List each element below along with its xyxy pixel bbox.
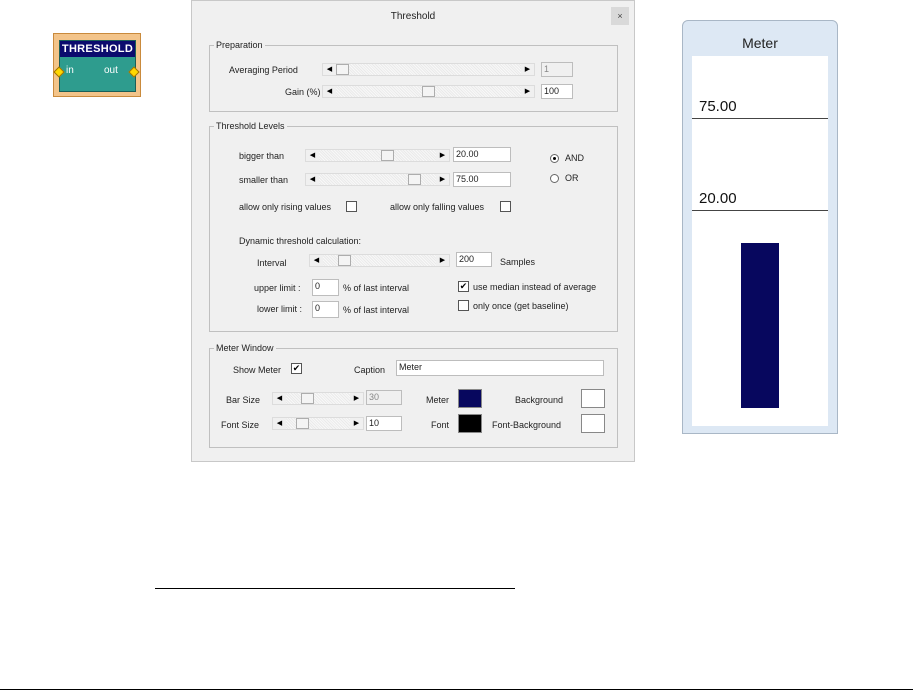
show-meter-label: Show Meter (233, 365, 282, 375)
use-median-label: use median instead of average (473, 282, 597, 292)
slider-thumb[interactable] (301, 393, 314, 404)
bar-size-value: 30 (366, 390, 402, 405)
and-radio[interactable] (550, 154, 559, 163)
smaller-than-value[interactable]: 75.00 (453, 172, 511, 187)
gain-slider[interactable]: ◀ ▶ (322, 85, 535, 98)
averaging-period-slider[interactable]: ◀ ▶ (322, 63, 535, 76)
lower-limit-label: lower limit : (257, 304, 303, 314)
arrow-right-icon[interactable]: ▶ (521, 64, 534, 75)
arrow-right-icon[interactable]: ▶ (350, 418, 363, 429)
input-port-label: in (66, 65, 74, 76)
font-size-value[interactable]: 10 (366, 416, 402, 431)
font-size-label: Font Size (221, 420, 260, 430)
lower-level-label: 20.00 (699, 190, 737, 207)
meter-color-label: Meter (426, 395, 450, 405)
arrow-left-icon[interactable]: ◀ (306, 150, 319, 161)
threshold-levels-legend: Threshold Levels (216, 121, 285, 131)
arrow-left-icon[interactable]: ◀ (273, 393, 286, 404)
averaging-period-value: 1 (541, 62, 573, 77)
arrow-left-icon[interactable]: ◀ (323, 64, 336, 75)
input-port-icon[interactable] (53, 66, 65, 78)
arrow-left-icon[interactable]: ◀ (310, 255, 323, 266)
interval-label: Interval (257, 258, 287, 268)
bigger-than-slider[interactable]: ◀ ▶ (305, 149, 450, 162)
separator-line (155, 588, 515, 589)
threshold-node-title: THRESHOLD (60, 41, 135, 57)
only-once-label: only once (get baseline) (473, 301, 569, 311)
averaging-period-label: Averaging Period (229, 65, 298, 75)
output-port-label: out (104, 65, 118, 76)
bigger-than-value[interactable]: 20.00 (453, 147, 511, 162)
lower-limit-unit: % of last interval (343, 305, 410, 315)
interval-slider[interactable]: ◀ ▶ (309, 254, 450, 267)
meter-bar (741, 243, 779, 408)
threshold-node[interactable]: THRESHOLD in out (53, 33, 141, 97)
samples-label: Samples (500, 257, 536, 267)
only-once-checkbox[interactable] (458, 300, 469, 311)
slider-thumb[interactable] (296, 418, 309, 429)
use-median-checkbox[interactable]: ✔ (458, 281, 469, 292)
meter-window-title: Meter (742, 35, 778, 51)
arrow-right-icon[interactable]: ▶ (436, 255, 449, 266)
slider-thumb[interactable] (422, 86, 435, 97)
dynamic-threshold-label: Dynamic threshold calculation: (239, 236, 362, 246)
upper-level-line (692, 118, 828, 119)
font-size-slider[interactable]: ◀ ▶ (272, 417, 364, 430)
show-meter-checkbox[interactable]: ✔ (291, 363, 302, 374)
meter-window: Meter 75.00 20.00 (682, 20, 838, 434)
preparation-legend: Preparation (216, 40, 263, 50)
output-port-icon[interactable] (128, 66, 140, 78)
arrow-right-icon[interactable]: ▶ (521, 86, 534, 97)
bar-size-label: Bar Size (226, 395, 261, 405)
meter-color-swatch[interactable] (458, 389, 482, 408)
or-radio[interactable] (550, 174, 559, 183)
font-background-color-swatch[interactable] (581, 414, 605, 433)
gain-value[interactable]: 100 (541, 84, 573, 99)
arrow-left-icon[interactable]: ◀ (273, 418, 286, 429)
meter-window-legend: Meter Window (216, 343, 274, 353)
threshold-node-body: THRESHOLD in out (53, 40, 140, 92)
slider-thumb[interactable] (408, 174, 421, 185)
upper-limit-label: upper limit : (254, 283, 301, 293)
caption-input[interactable]: Meter (396, 360, 604, 376)
close-button[interactable]: × (611, 7, 629, 25)
falling-values-checkbox[interactable] (500, 201, 511, 212)
upper-limit-unit: % of last interval (343, 283, 410, 293)
dialog-titlebar[interactable]: Threshold × (192, 1, 634, 31)
rising-values-label: allow only rising values (239, 202, 332, 212)
arrow-right-icon[interactable]: ▶ (436, 174, 449, 185)
threshold-dialog: Threshold × Preparation Averaging Period… (191, 0, 635, 462)
arrow-left-icon[interactable]: ◀ (306, 174, 319, 185)
arrow-right-icon[interactable]: ▶ (350, 393, 363, 404)
font-color-swatch[interactable] (458, 414, 482, 433)
upper-level-label: 75.00 (699, 98, 737, 115)
bar-size-slider[interactable]: ◀ ▶ (272, 392, 364, 405)
arrow-left-icon[interactable]: ◀ (323, 86, 336, 97)
arrow-right-icon[interactable]: ▶ (436, 150, 449, 161)
or-radio-label: OR (565, 173, 579, 183)
font-background-label: Font-Background (492, 420, 562, 430)
slider-thumb[interactable] (336, 64, 349, 75)
rising-values-checkbox[interactable] (346, 201, 357, 212)
meter-display: 75.00 20.00 (692, 56, 828, 426)
bigger-than-label: bigger than (239, 151, 285, 161)
smaller-than-slider[interactable]: ◀ ▶ (305, 173, 450, 186)
and-radio-label: AND (565, 153, 585, 163)
smaller-than-label: smaller than (239, 175, 289, 185)
lower-level-line (692, 210, 828, 211)
gain-label: Gain (%) (285, 87, 321, 97)
caption-label: Caption (354, 365, 386, 375)
lower-limit-value[interactable]: 0 (312, 301, 339, 318)
interval-value[interactable]: 200 (456, 252, 492, 267)
background-color-label: Background (515, 395, 564, 405)
font-color-label: Font (431, 420, 450, 430)
page-bottom-rule (0, 689, 913, 690)
dialog-title: Threshold (390, 11, 436, 22)
upper-limit-value[interactable]: 0 (312, 279, 339, 296)
falling-values-label: allow only falling values (390, 202, 485, 212)
slider-thumb[interactable] (381, 150, 394, 161)
slider-thumb[interactable] (338, 255, 351, 266)
background-color-swatch[interactable] (581, 389, 605, 408)
